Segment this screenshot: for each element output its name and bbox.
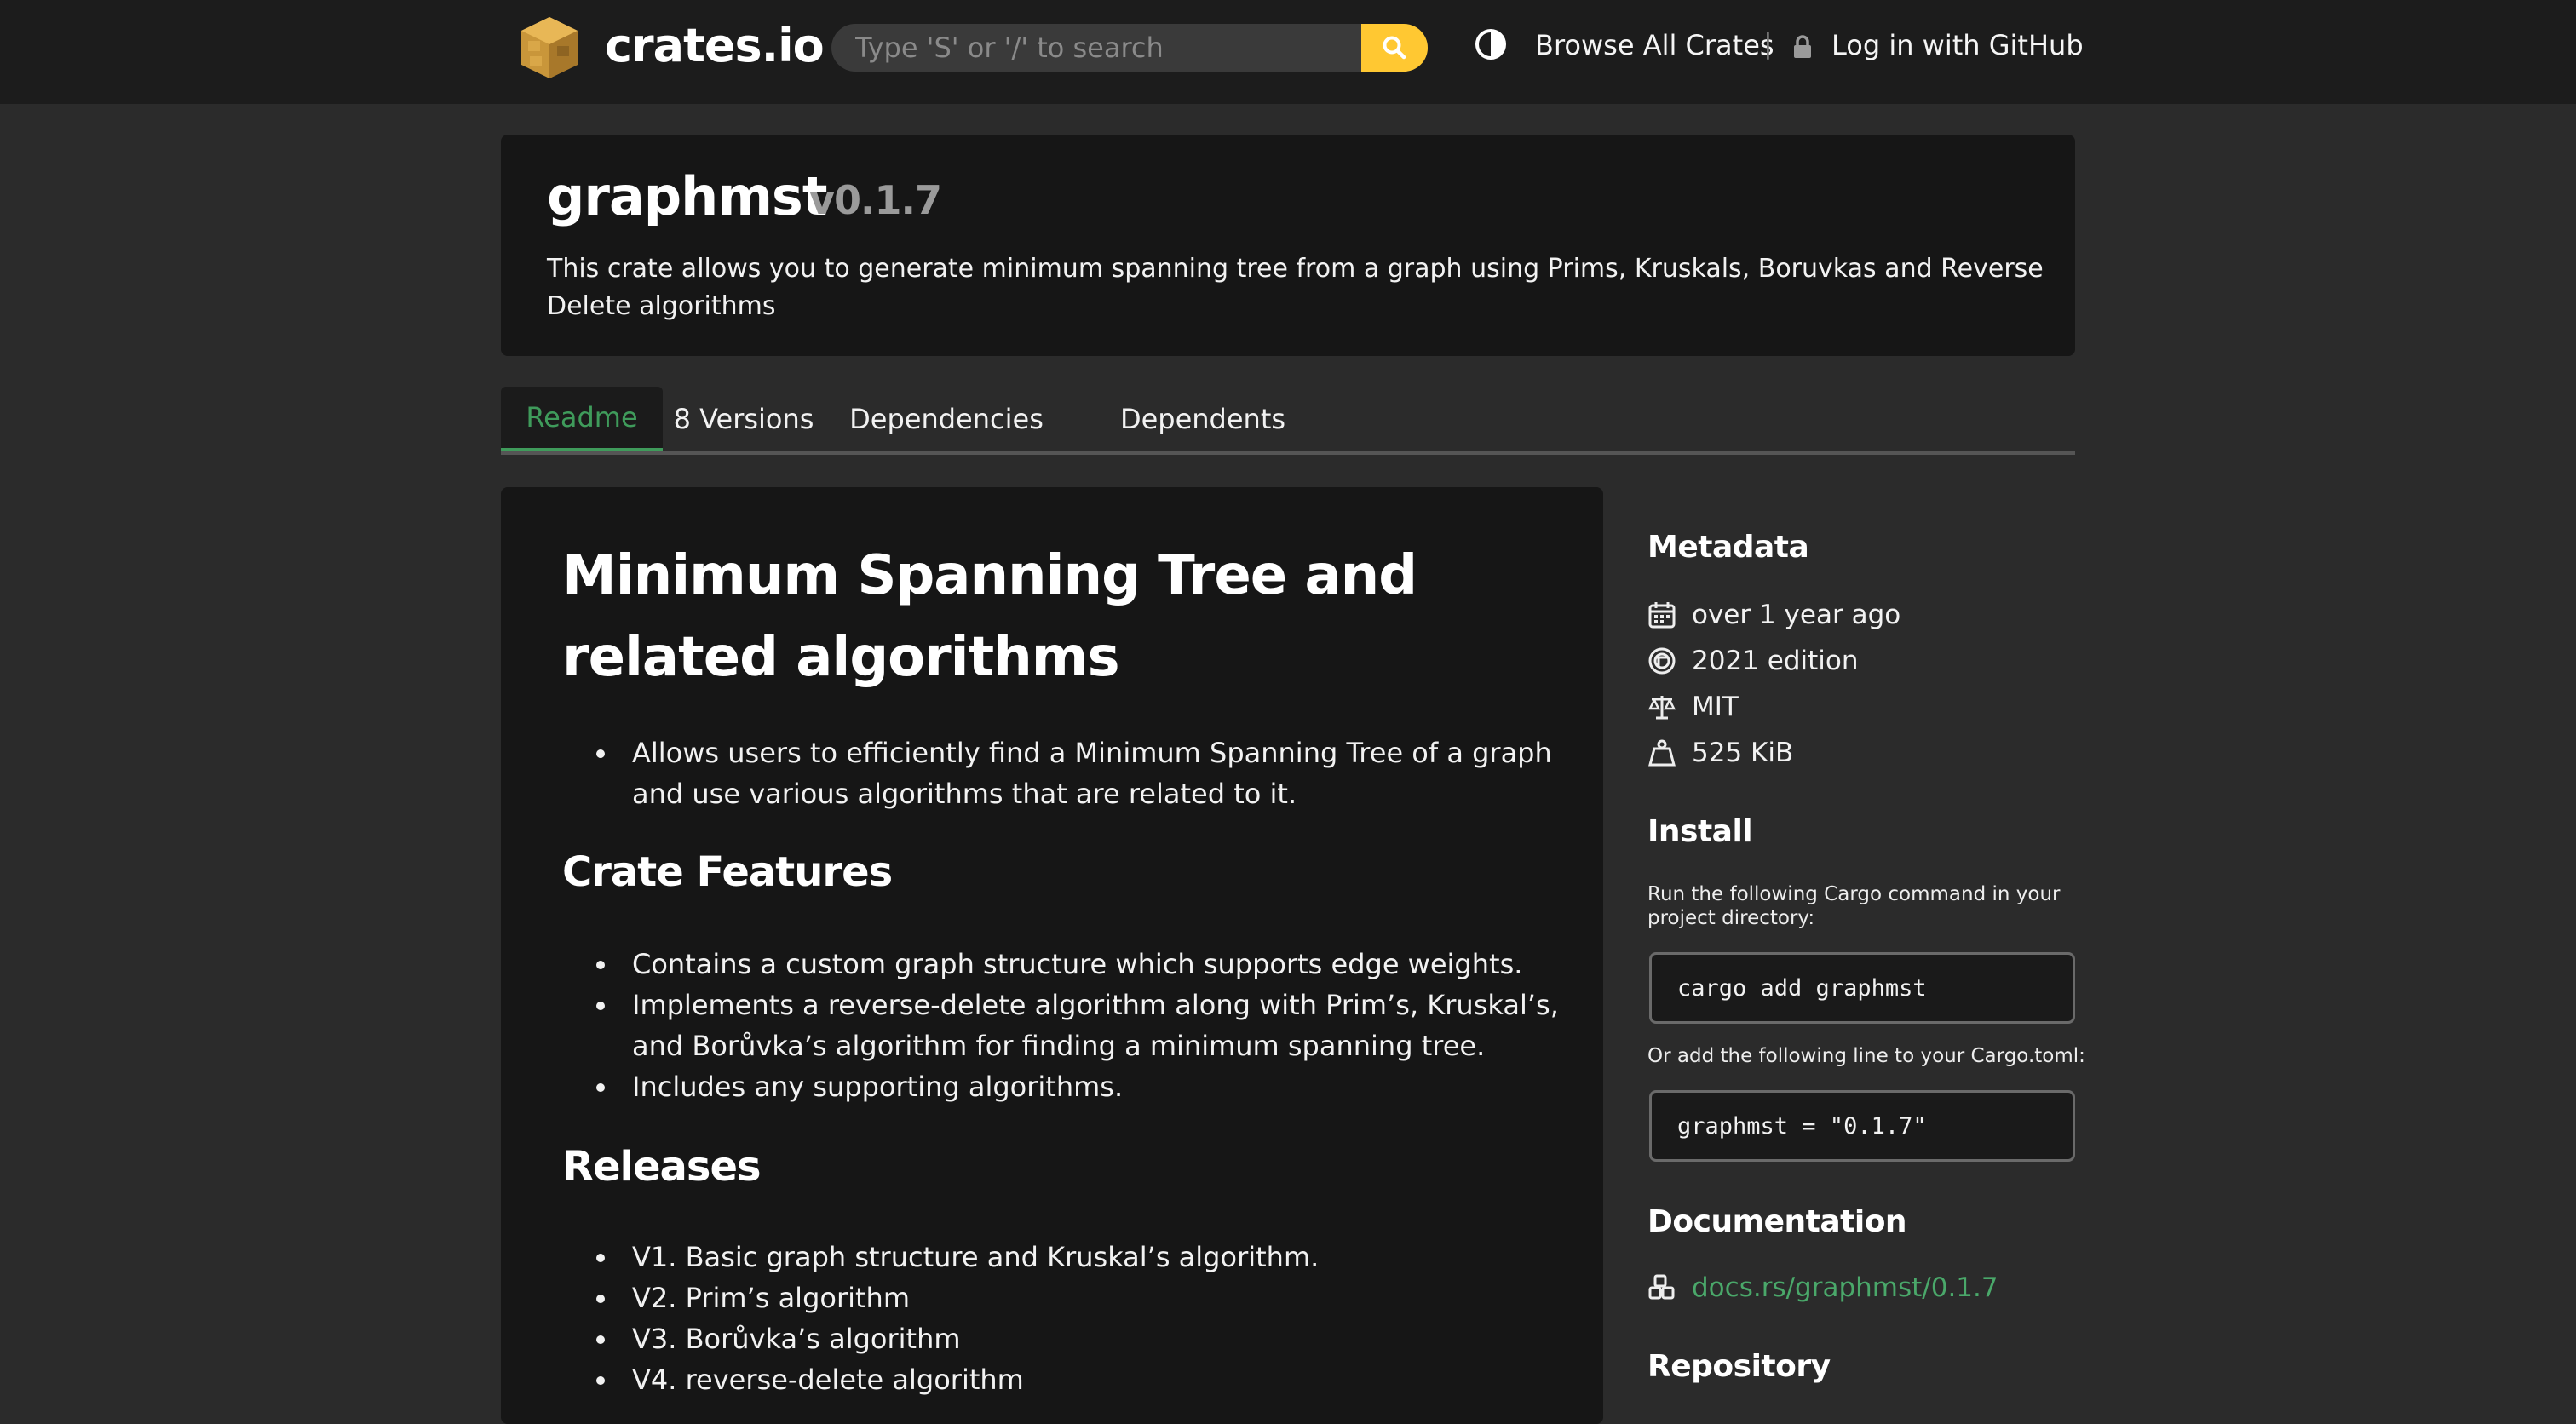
intro-list: Allows users to efficiently find a Minim… [596, 732, 1576, 814]
docs-rs-icon [1648, 1274, 1675, 1300]
install-note: Run the following Cargo command in your … [1647, 883, 2061, 929]
rust-edition-icon [1648, 647, 1676, 675]
list-item: V3. Borůvka’s algorithm [596, 1318, 1576, 1359]
color-scheme-toggle-icon[interactable] [1474, 27, 1508, 61]
list-item: V4. reverse-delete algorithm [596, 1359, 1576, 1400]
list-item: Implements a reverse-delete algorithm al… [596, 985, 1576, 1066]
releases-heading: Releases [562, 1143, 762, 1191]
crate-header-card: graphmst v0.1.7 This crate allows you to… [501, 135, 2075, 356]
metadata-license: MIT [1647, 690, 1739, 724]
search-icon [1383, 36, 1406, 60]
crates-logo-icon[interactable] [518, 15, 581, 80]
documentation-heading: Documentation [1647, 1204, 1907, 1239]
scale-icon [1647, 696, 1676, 720]
metadata-size: 525 KiB [1647, 736, 1793, 770]
metadata-published: over 1 year ago [1647, 598, 1900, 632]
readme-panel: Minimum Spanning Tree and related algori… [501, 487, 1603, 1424]
search-input[interactable] [831, 24, 1361, 72]
releases-list: V1. Basic graph structure and Kruskal’s … [596, 1237, 1576, 1400]
crate-version: v0.1.7 [809, 177, 942, 223]
repository-heading: Repository [1647, 1349, 1831, 1384]
documentation-link[interactable]: docs.rs/graphmst/0.1.7 [1647, 1272, 1998, 1303]
metadata-heading: Metadata [1647, 530, 1809, 565]
install-command-box[interactable]: cargo add graphmst [1649, 952, 2075, 1024]
list-item: V2. Prim’s algorithm [596, 1278, 1576, 1318]
browse-all-crates-link[interactable]: Browse All Crates [1535, 29, 1774, 61]
metadata-size-text: 525 KiB [1692, 738, 1794, 768]
calendar-icon [1648, 602, 1676, 629]
lock-icon [1794, 35, 1811, 58]
list-item: Includes any supporting algorithms. [596, 1066, 1576, 1107]
crate-description: This crate allows you to generate minimu… [547, 254, 2044, 321]
search-button[interactable] [1361, 24, 1428, 72]
weight-icon [1648, 739, 1676, 767]
login-with-github-link[interactable]: Log in with GitHub [1831, 29, 2084, 61]
metadata-license-text[interactable]: MIT [1692, 692, 1739, 722]
tab-readme[interactable]: Readme [501, 387, 663, 451]
features-list: Contains a custom graph structure which … [596, 944, 1576, 1107]
list-item: Allows users to efficiently find a Minim… [596, 732, 1576, 814]
tab-versions[interactable]: 8 Versions [668, 387, 819, 451]
toml-line-box[interactable]: graphmst = "0.1.7" [1649, 1090, 2075, 1162]
crate-tabs: Readme 8 Versions Dependencies Dependent… [501, 387, 2075, 455]
readme-title: Minimum Spanning Tree and related algori… [562, 544, 1417, 689]
crate-name: graphmst [547, 165, 827, 227]
metadata-edition: 2021 edition [1647, 644, 1859, 678]
metadata-edition-text: 2021 edition [1692, 646, 1859, 676]
top-navbar: crates.io Browse All Crates | Log in wit… [0, 0, 2576, 104]
metadata-published-text: over 1 year ago [1692, 600, 1901, 630]
install-heading: Install [1647, 814, 1753, 849]
brand-name[interactable]: crates.io [605, 19, 825, 72]
search-bar [831, 24, 1428, 72]
features-heading: Crate Features [562, 848, 893, 896]
list-item: V1. Basic graph structure and Kruskal’s … [596, 1237, 1576, 1278]
list-item: Contains a custom graph structure which … [596, 944, 1576, 985]
toml-note: Or add the following line to your Cargo.… [1647, 1045, 2085, 1067]
tab-dependencies[interactable]: Dependencies [848, 387, 1044, 451]
nav-separator: | [1763, 27, 1773, 60]
tab-dependents[interactable]: Dependents [1116, 387, 1290, 451]
documentation-link-text[interactable]: docs.rs/graphmst/0.1.7 [1692, 1272, 1998, 1303]
